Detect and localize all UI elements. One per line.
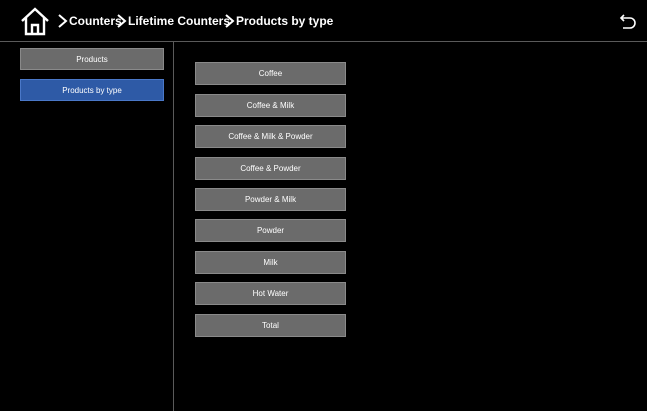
chevron-right-icon — [225, 14, 235, 28]
sidebar-item-products[interactable]: Products — [20, 48, 164, 70]
chevron-right-icon — [58, 14, 68, 28]
breadcrumb-products-by-type: Products by type — [236, 14, 334, 28]
type-button-coffee-milk[interactable]: Coffee & Milk — [195, 94, 346, 117]
breadcrumb-lifetime-counters[interactable]: Lifetime Counters — [128, 13, 230, 29]
type-button-powder[interactable]: Powder — [195, 219, 346, 242]
type-button-powder-milk[interactable]: Powder & Milk — [195, 188, 346, 211]
home-icon[interactable] — [20, 6, 50, 36]
type-button-coffee-powder[interactable]: Coffee & Powder — [195, 157, 346, 180]
type-button-hot-water[interactable]: Hot Water — [195, 282, 346, 305]
sidebar-item-products-by-type[interactable]: Products by type — [20, 79, 164, 101]
type-button-milk[interactable]: Milk — [195, 251, 346, 274]
type-button-total[interactable]: Total — [195, 314, 346, 337]
back-arrow-icon[interactable] — [619, 12, 637, 30]
type-button-coffee-milk-powder[interactable]: Coffee & Milk & Powder — [195, 125, 346, 148]
chevron-right-icon — [117, 14, 127, 28]
type-button-coffee[interactable]: Coffee — [195, 62, 346, 85]
top-bar: Counters Lifetime Counters Products by t… — [0, 0, 647, 42]
